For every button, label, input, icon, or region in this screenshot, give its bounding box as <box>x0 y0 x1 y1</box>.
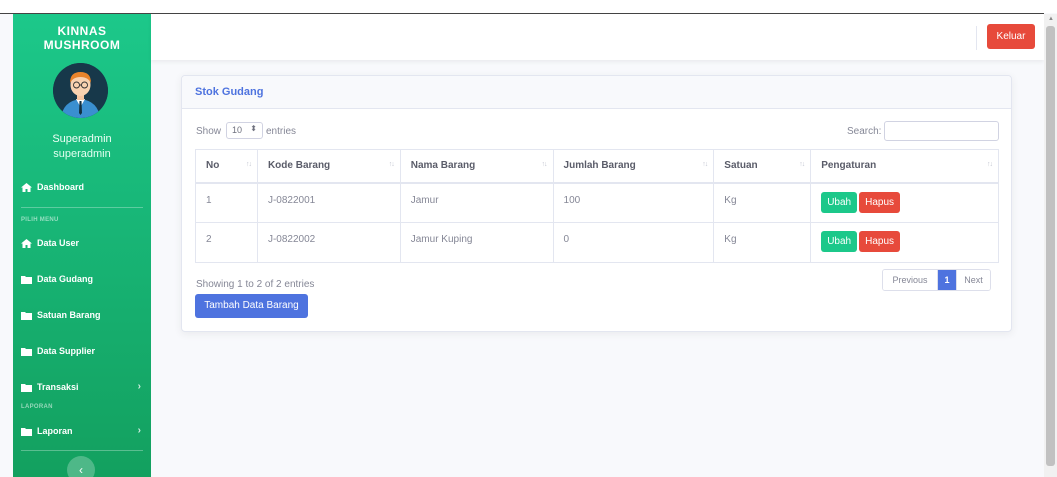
column-label: Pengaturan <box>821 160 877 172</box>
table-info: Showing 1 to 2 of 2 entries <box>196 279 315 290</box>
brand-line2: MUSHROOM <box>43 38 121 52</box>
cell-nama-barang: Jamur Kuping <box>399 222 554 263</box>
column-header-pengaturan[interactable]: Pengaturan ↑↓ <box>810 149 999 184</box>
nav-dashboard[interactable]: Dashboard <box>13 178 151 196</box>
column-label: Satuan <box>724 160 758 172</box>
delete-button[interactable]: Hapus <box>859 191 901 213</box>
column-header-nama-barang[interactable]: Nama Barang ↑↓ <box>399 149 554 184</box>
edit-button[interactable]: Ubah <box>821 231 858 252</box>
sort-icon: ↑↓ <box>987 161 993 168</box>
card-header: Stok Gudang <box>182 76 1011 109</box>
table-row: 1 J-0822001 Jamur 100 Kg Ubah Hapus <box>195 182 999 223</box>
nav-satuan-barang-label: Satuan Barang <box>37 310 101 320</box>
folder-icon <box>21 383 32 392</box>
card-title: Stok Gudang <box>195 86 264 98</box>
sidebar-toggle-button[interactable]: ‹ <box>67 456 95 477</box>
scroll-up-arrow-icon[interactable]: ▲ <box>1047 14 1055 24</box>
user-role: superadmin <box>53 148 111 160</box>
sort-icon: ↑↓ <box>799 161 805 168</box>
brand-line1: KINNAS <box>57 24 107 38</box>
sidebar: KINNAS MUSHROOM Superadmin superadmin Da… <box>13 14 151 477</box>
edit-button[interactable]: Ubah <box>821 191 858 213</box>
nav-transaksi[interactable]: Transaksi › <box>13 378 151 396</box>
cell-kode-barang: J-0822001 <box>256 182 401 223</box>
table-row: 2 J-0822002 Jamur Kuping 0 Kg Ubah Hapus <box>195 222 999 263</box>
sort-icon: ↑↓ <box>388 161 395 168</box>
nav-laporan-label: Laporan <box>37 426 73 436</box>
nav-transaksi-label: Transaksi <box>37 382 79 392</box>
user-avatar <box>53 63 108 118</box>
sort-icon: ↑↓ <box>245 161 252 168</box>
brand-logo[interactable]: KINNAS MUSHROOM <box>13 24 151 52</box>
chevron-right-icon: › <box>137 381 141 392</box>
entries-length-value: 10 <box>232 125 243 135</box>
user-name: Superadmin <box>52 133 112 145</box>
nav-laporan[interactable]: Laporan › <box>13 422 151 440</box>
nav-data-user[interactable]: Data User <box>13 234 151 252</box>
cell-satuan: Kg <box>713 222 812 263</box>
folder-icon <box>21 427 32 436</box>
home-icon <box>21 238 32 248</box>
chevron-left-icon: ‹ <box>79 463 83 477</box>
scrollbar-thumb[interactable] <box>1046 26 1055 466</box>
topbar-divider <box>976 26 977 50</box>
nav-data-supplier[interactable]: Data Supplier <box>13 342 151 360</box>
entries-label: entries <box>266 126 297 137</box>
logout-button[interactable]: Keluar <box>987 24 1035 49</box>
column-label: Kode Barang <box>267 160 331 172</box>
nav-dashboard-label: Dashboard <box>37 182 85 192</box>
nav-data-gudang-label: Data Gudang <box>37 274 94 284</box>
column-header-no[interactable]: No ↑↓ <box>195 149 258 184</box>
select-arrows-icon: ⬍ <box>250 124 257 133</box>
column-label: No <box>206 160 220 172</box>
sort-icon: ↑↓ <box>702 161 708 168</box>
table-header-row: No ↑↓ Kode Barang ↑↓ Nama Barang ↑↓ Jumlah … <box>195 149 999 184</box>
folder-icon <box>21 311 32 320</box>
avatar-illustration <box>53 63 108 118</box>
cell-no: 2 <box>195 222 258 263</box>
home-icon <box>21 182 32 192</box>
cell-nama-barang: Jamur <box>399 182 554 223</box>
column-header-jumlah-barang[interactable]: Jumlah Barang ↑↓ <box>552 149 715 184</box>
column-label: Nama Barang <box>410 160 476 172</box>
entries-length-select[interactable]: 10 ⬍ <box>226 122 263 139</box>
pagination-previous[interactable]: Previous <box>883 270 938 290</box>
sidebar-divider <box>21 450 143 451</box>
heading-laporan: LAPORAN <box>21 404 53 410</box>
heading-pilih-menu: PILIH MENU <box>21 217 59 223</box>
add-item-button[interactable]: Tambah Data Barang <box>195 294 308 318</box>
column-header-satuan[interactable]: Satuan ↑↓ <box>713 149 812 184</box>
column-header-kode-barang[interactable]: Kode Barang ↑↓ <box>256 149 401 184</box>
cell-jumlah-barang: 100 <box>552 182 715 223</box>
cell-actions: Ubah Hapus <box>810 182 999 223</box>
stock-table: No ↑↓ Kode Barang ↑↓ Nama Barang ↑↓ Jumlah … <box>195 149 999 263</box>
nav-satuan-barang[interactable]: Satuan Barang <box>13 306 151 324</box>
topbar: Keluar <box>151 14 1044 60</box>
nav-data-user-label: Data User <box>37 238 80 248</box>
stock-card: Stok Gudang Show 10 ⬍ entries Search: No… <box>181 75 1012 332</box>
pagination: Previous 1 Next <box>882 269 991 291</box>
top-strip <box>0 0 1057 13</box>
pagination-next[interactable]: Next <box>956 270 990 290</box>
nav-data-supplier-label: Data Supplier <box>37 346 96 356</box>
cell-jumlah-barang: 0 <box>552 222 715 263</box>
sidebar-divider <box>21 207 143 208</box>
column-label: Jumlah Barang <box>563 160 636 172</box>
cell-actions: Ubah Hapus <box>810 222 999 263</box>
show-label: Show <box>196 126 222 137</box>
search-label: Search: <box>847 126 882 137</box>
chevron-right-icon: › <box>137 425 141 436</box>
cell-satuan: Kg <box>713 182 812 223</box>
folder-icon <box>21 275 32 284</box>
search-input[interactable] <box>884 121 999 141</box>
sort-icon: ↑↓ <box>541 161 548 168</box>
cell-kode-barang: J-0822002 <box>256 222 401 263</box>
nav-data-gudang[interactable]: Data Gudang <box>13 270 151 288</box>
cell-no: 1 <box>195 182 258 223</box>
folder-icon <box>21 347 32 356</box>
pagination-page-1[interactable]: 1 <box>938 270 956 290</box>
delete-button[interactable]: Hapus <box>859 231 901 252</box>
